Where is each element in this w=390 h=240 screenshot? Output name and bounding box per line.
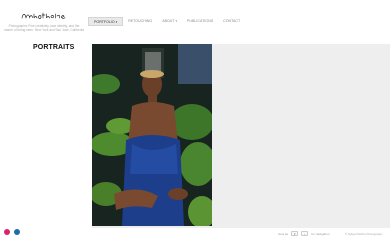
- sidebar: Photographic Fine creatively, lace ident…: [0, 0, 88, 240]
- nav-item-publications[interactable]: PUBLICATIONS: [182, 17, 218, 26]
- footer: view as ▾ › for navigation © NyEyeTheFir…: [0, 228, 390, 240]
- nav-item-label: PORTFOLIO: [94, 20, 115, 24]
- chevron-down-icon: ▾: [175, 19, 177, 23]
- page-title: PORTRAITS: [33, 44, 75, 51]
- footer-controls: view as ▾ › for navigation: [278, 231, 329, 236]
- nav-item-label: PUBLICATIONS: [187, 19, 214, 23]
- logo-signature-icon: [21, 12, 66, 19]
- nav-item-contact[interactable]: CONTACT: [218, 17, 245, 26]
- chevron-down-icon: ▾: [115, 20, 118, 24]
- site-logo[interactable]: [20, 10, 68, 22]
- view-label: view as: [278, 231, 289, 236]
- view-select[interactable]: ▾: [291, 231, 299, 236]
- nav-item-portfolio[interactable]: PORTFOLIO▾: [88, 17, 124, 26]
- copyright-text: © NyEyeTheFire Photography: [345, 232, 383, 236]
- nav-item-about[interactable]: ABOUT▾: [157, 17, 182, 26]
- nav-item-retouching[interactable]: RETOUCHING: [123, 17, 157, 26]
- site-tagline: Photographic Fine creatively, lace ident…: [4, 24, 84, 33]
- nav-item-label: RETOUCHING: [128, 19, 153, 23]
- main-nav: PORTFOLIO▾ RETOUCHING ABOUT▾ PUBLICATION…: [88, 17, 245, 26]
- nav-item-label: ABOUT: [162, 19, 175, 23]
- nav-item-label: CONTACT: [223, 19, 241, 23]
- portrait-photo[interactable]: [92, 44, 212, 226]
- nav-hint: for navigation: [311, 231, 330, 236]
- portrait-image-icon: [92, 44, 212, 226]
- next-button[interactable]: ›: [301, 231, 309, 236]
